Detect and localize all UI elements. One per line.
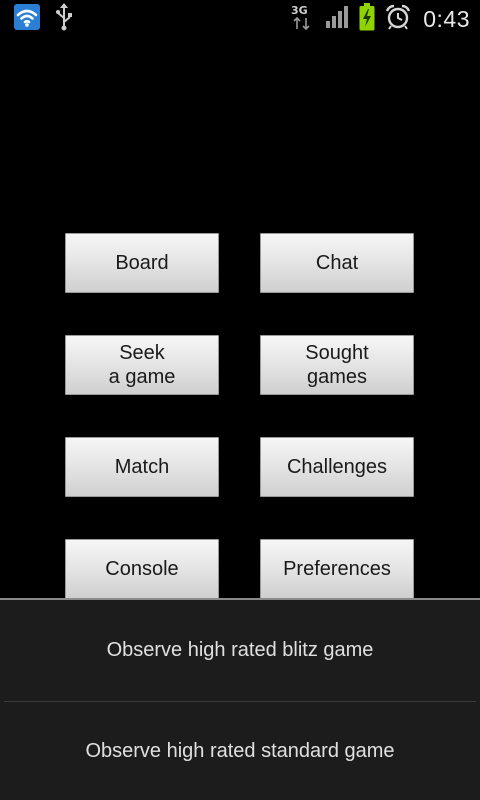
alarm-icon: [385, 4, 411, 34]
options-menu: Observe high rated blitz game Observe hi…: [0, 598, 480, 800]
status-bar-right: 3G 0:43: [289, 2, 470, 36]
board-button[interactable]: Board: [65, 233, 219, 293]
preferences-button[interactable]: Preferences: [260, 539, 414, 599]
network-type-label: 3G: [291, 4, 308, 17]
menu-item-observe-blitz[interactable]: Observe high rated blitz game: [0, 600, 480, 700]
menu-item-observe-standard[interactable]: Observe high rated standard game: [0, 701, 480, 800]
status-bar: 3G 0:43: [0, 0, 480, 38]
seek-game-button[interactable]: Seek a game: [65, 335, 219, 395]
match-button[interactable]: Match: [65, 437, 219, 497]
network-3g-icon: 3G: [289, 2, 315, 36]
console-button[interactable]: Console: [65, 539, 219, 599]
usb-icon: [54, 3, 74, 35]
chat-button[interactable]: Chat: [260, 233, 414, 293]
battery-charging-icon: [359, 3, 375, 35]
challenges-button[interactable]: Challenges: [260, 437, 414, 497]
signal-icon: [325, 5, 349, 33]
sought-games-button[interactable]: Sought games: [260, 335, 414, 395]
status-bar-left: [14, 3, 74, 35]
clock: 0:43: [423, 5, 470, 32]
wifi-icon: [14, 4, 40, 34]
